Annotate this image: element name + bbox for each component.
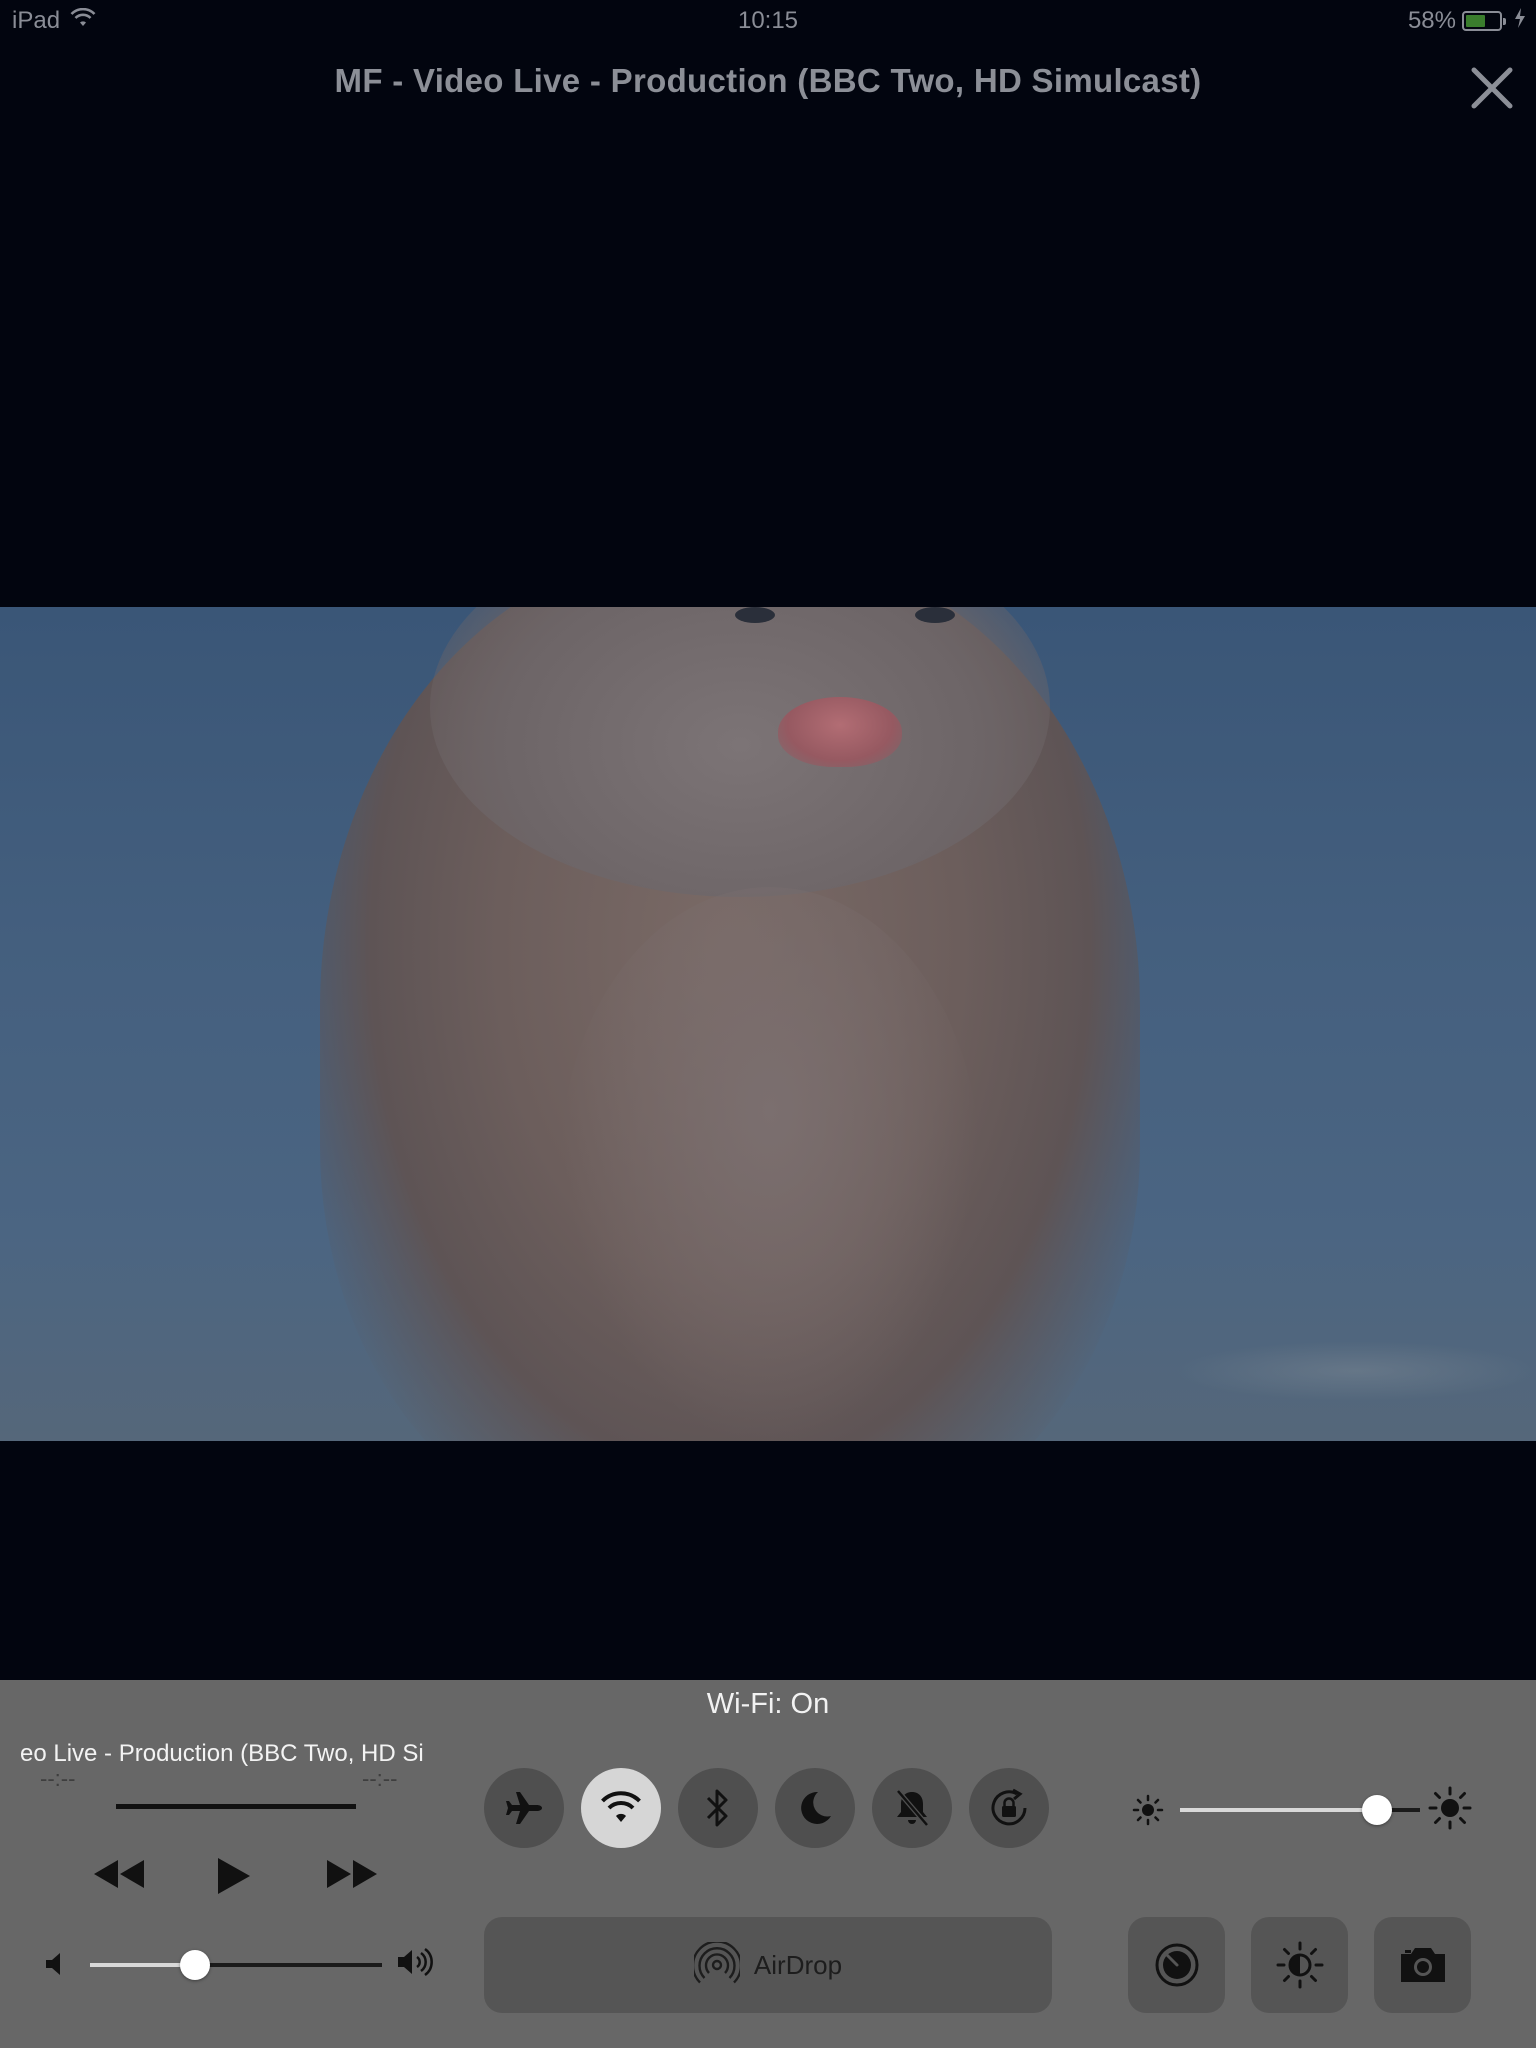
airdrop-button[interactable]: AirDrop bbox=[484, 1917, 1052, 2013]
status-time: 10:15 bbox=[737, 7, 799, 34]
battery-fill bbox=[1466, 15, 1485, 27]
elapsed-time: --:-- bbox=[40, 1766, 76, 1791]
airdrop-label: AirDrop bbox=[753, 1949, 843, 1980]
bolt-icon bbox=[1514, 7, 1526, 35]
now-playing-title[interactable]: eo Live - Production (BBC Two, HD Si bbox=[20, 1740, 448, 1768]
airplane-mode-toggle[interactable] bbox=[484, 1768, 564, 1848]
mute-toggle[interactable] bbox=[872, 1768, 952, 1848]
do-not-disturb-toggle[interactable] bbox=[775, 1768, 855, 1848]
status-message: Wi-Fi: On bbox=[706, 1688, 830, 1720]
video-cat-eye-left bbox=[735, 607, 775, 623]
video-frame[interactable] bbox=[0, 607, 1536, 1441]
sun-large-icon bbox=[1428, 1786, 1472, 1835]
night-shift-icon bbox=[1276, 1941, 1323, 1989]
brightness-slider-fill bbox=[1180, 1808, 1377, 1812]
shortcut-row bbox=[1128, 1917, 1471, 2013]
fast-forward-button[interactable] bbox=[325, 1856, 379, 1892]
play-icon bbox=[218, 1858, 250, 1894]
fast-forward-icon bbox=[327, 1860, 377, 1888]
video-cat-chest bbox=[560, 887, 980, 1441]
camera-icon bbox=[1400, 1948, 1445, 1982]
rotation-lock-toggle[interactable] bbox=[969, 1768, 1049, 1848]
video-cat-eye-right bbox=[915, 607, 955, 623]
volume-low-icon bbox=[44, 1950, 66, 1983]
video-cloud bbox=[1176, 1341, 1536, 1401]
play-button[interactable] bbox=[216, 1856, 252, 1896]
sun-small-icon bbox=[1132, 1794, 1164, 1831]
camera-button[interactable] bbox=[1374, 1917, 1471, 2013]
volume-slider-knob[interactable] bbox=[180, 1950, 211, 1980]
bell-slash-icon bbox=[896, 1789, 929, 1827]
video-cat-nose bbox=[778, 697, 902, 767]
playback-progress[interactable] bbox=[116, 1804, 356, 1809]
wifi-icon bbox=[601, 1791, 641, 1822]
volume-slider[interactable] bbox=[90, 1963, 382, 1967]
status-bar: iPad 10:15 58% bbox=[0, 0, 1536, 40]
status-right: 58% bbox=[1408, 7, 1526, 35]
rotation-lock-icon bbox=[991, 1788, 1027, 1826]
brightness-slider-knob[interactable] bbox=[1361, 1795, 1392, 1825]
close-button[interactable] bbox=[1464, 60, 1520, 116]
control-center: Wi-Fi: On eo Live - Production (BBC Two,… bbox=[0, 1680, 1536, 2048]
toggle-row bbox=[484, 1768, 1049, 1848]
bluetooth-toggle[interactable] bbox=[678, 1768, 758, 1848]
remaining-time: --:-- bbox=[362, 1766, 398, 1791]
rewind-icon bbox=[94, 1860, 144, 1888]
video-title: MF - Video Live - Production (BBC Two, H… bbox=[334, 62, 1202, 99]
moon-icon bbox=[801, 1791, 831, 1824]
volume-high-icon bbox=[396, 1946, 434, 1983]
close-icon bbox=[1471, 67, 1513, 109]
airplane-icon bbox=[506, 1792, 542, 1824]
bluetooth-icon bbox=[706, 1789, 728, 1827]
night-shift-button[interactable] bbox=[1251, 1917, 1348, 2013]
airdrop-icon bbox=[693, 1942, 740, 1984]
battery-percent: 58% bbox=[1407, 7, 1456, 34]
battery-icon bbox=[1462, 11, 1506, 31]
rewind-button[interactable] bbox=[92, 1856, 146, 1892]
timer-button[interactable] bbox=[1128, 1917, 1225, 2013]
wifi-toggle[interactable] bbox=[581, 1768, 661, 1848]
timer-icon bbox=[1155, 1943, 1198, 1987]
